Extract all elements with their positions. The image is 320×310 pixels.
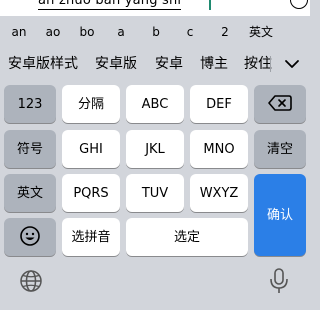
pinyin-option-c[interactable]: c (179, 16, 201, 48)
key-english[interactable]: 英文 (4, 174, 56, 212)
key-symbols[interactable]: 符号 (4, 130, 56, 168)
chevron-down-icon[interactable] (278, 52, 306, 76)
key-select-pinyin[interactable]: 选拼音 (62, 218, 120, 256)
globe-icon[interactable] (18, 268, 44, 294)
emoji-icon (19, 225, 41, 250)
candidate-item[interactable]: 安卓版样式 (8, 48, 78, 80)
key-pqrs[interactable]: PQRS (62, 174, 120, 212)
composition-bar: an zhuo ban yang shi (0, 0, 310, 16)
circle-icon[interactable] (290, 0, 308, 9)
key-abc[interactable]: ABC (126, 85, 184, 123)
composition-text: an zhuo ban yang shi (38, 0, 182, 10)
pinyin-option-2[interactable]: 2 (214, 16, 236, 48)
key-ghi[interactable]: GHI (62, 130, 120, 168)
key-mno[interactable]: MNO (190, 130, 248, 168)
pinyin-option-bo[interactable]: bo (74, 16, 100, 48)
key-separator[interactable]: 分隔 (62, 85, 120, 123)
candidate-item[interactable]: 按住 (244, 48, 272, 80)
key-123[interactable]: 123 (4, 85, 56, 123)
pinyin-option-ao[interactable]: ao (40, 16, 66, 48)
text-caret (209, 0, 211, 10)
pinyin-option-an[interactable]: an (6, 16, 32, 48)
backspace-button[interactable] (254, 85, 306, 123)
key-wxyz[interactable]: WXYZ (190, 174, 248, 212)
pinyin-options-row: an ao bo a b c 2 英文 (0, 16, 310, 48)
candidate-item[interactable]: 安卓 (155, 48, 183, 80)
candidate-item[interactable]: 安卓版 (95, 48, 137, 80)
confirm-button[interactable]: 确认 (254, 174, 306, 256)
microphone-icon[interactable] (266, 267, 292, 293)
emoji-button[interactable] (4, 218, 56, 256)
key-tuv[interactable]: TUV (126, 174, 184, 212)
key-select[interactable]: 选定 (126, 218, 248, 256)
backspace-icon (268, 94, 292, 115)
pinyin-option-b[interactable]: b (145, 16, 167, 48)
candidate-bar: 安卓版样式 安卓版 安卓 博主 按住 (0, 48, 310, 80)
key-def[interactable]: DEF (190, 85, 248, 123)
clear-button[interactable]: 清空 (254, 130, 306, 168)
candidate-item[interactable]: 博主 (200, 48, 228, 80)
candidate-divider (270, 56, 271, 72)
pinyin-option-english[interactable]: 英文 (246, 16, 276, 48)
pinyin-option-a[interactable]: a (110, 16, 132, 48)
key-jkl[interactable]: JKL (126, 130, 184, 168)
